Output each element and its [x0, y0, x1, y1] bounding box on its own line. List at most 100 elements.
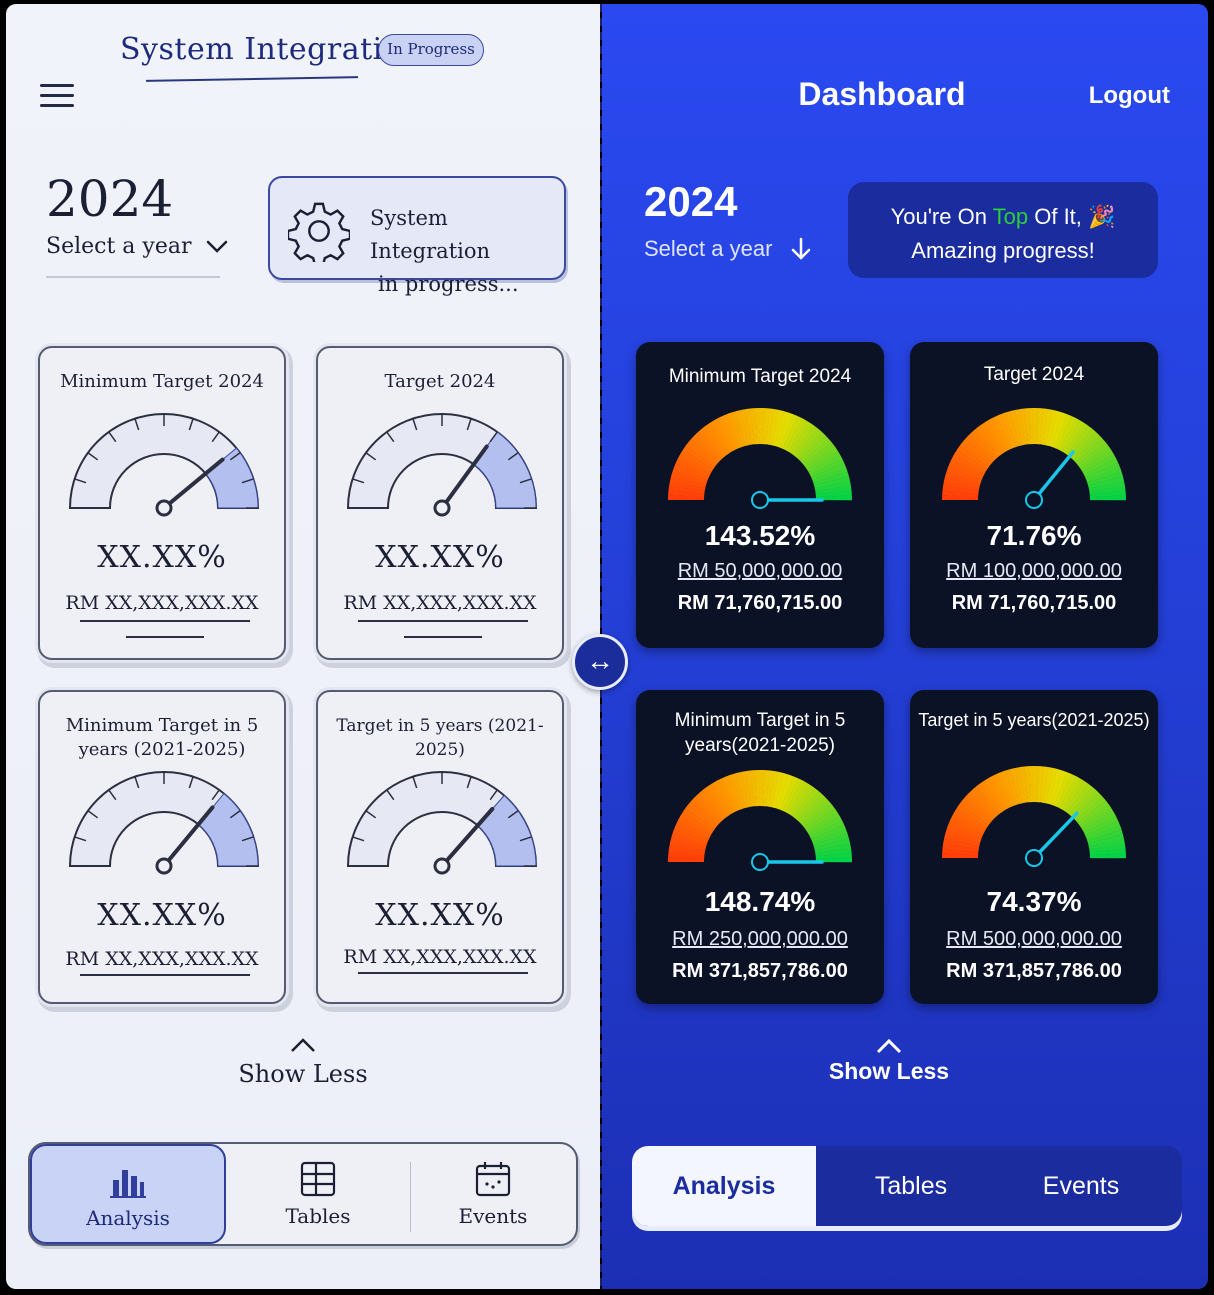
amount-underline: [358, 972, 528, 974]
amount-underline: [358, 620, 528, 622]
sketch-card-min-target: Minimum Target 2024 XX.XX% RM XX,XXX,XXX…: [38, 346, 286, 660]
hamburger-menu-icon[interactable]: [40, 84, 74, 110]
gauge-chart: [942, 766, 1126, 867]
gauge-chart: [668, 408, 852, 509]
chevron-up-icon: [602, 1034, 1176, 1058]
card-title-line-1: Minimum Target in 5: [674, 710, 846, 731]
card-title: Minimum Target 2024: [60, 371, 264, 392]
card-target-amount: RM 500,000,000.00: [946, 928, 1122, 950]
card-percent: XX.XX%: [97, 898, 227, 933]
card-title: Minimum Target 2024: [668, 366, 852, 387]
card-percent: 143.52%: [704, 520, 816, 551]
sketch-card-target: Target 2024 XX.XX% RM XX,XXX,XXX.XX: [316, 346, 564, 660]
card-percent: XX.XX%: [97, 540, 227, 575]
gauge-card-min-target-5y: Minimum Target in 5 years(2021-2025) 148…: [636, 690, 884, 1004]
tab-tables[interactable]: Tables: [226, 1144, 410, 1244]
card-target-amount: RM 100,000,000.00: [946, 560, 1122, 582]
tab-analysis[interactable]: Analysis: [30, 1144, 226, 1244]
amount-underline-2: [404, 636, 482, 638]
gauge-card-target-5y: Target in 5 years(2021-2025) 74.37% RM 5…: [910, 690, 1158, 1004]
card-target-amount: RM 50,000,000.00: [677, 560, 843, 582]
tab-tables-label: Tables: [285, 1204, 351, 1228]
year-select[interactable]: Select a year: [644, 236, 812, 262]
card-title: Target in 5 years (2021-2025): [336, 716, 544, 760]
amount-underline-2: [126, 636, 204, 638]
progress-line-2: in progress...: [378, 272, 519, 296]
app-title: System Integration: [120, 32, 422, 67]
gauge-pivot: [1025, 849, 1043, 867]
year-display: 2024: [644, 178, 738, 225]
card-actual-amount: RM 71,760,715.00: [951, 592, 1117, 614]
year-select-label: Select a year: [644, 236, 773, 261]
year-select[interactable]: Select a year: [46, 234, 228, 259]
banner-text-top: Top: [992, 204, 1029, 229]
amount-underline: [80, 620, 250, 622]
tab-tables[interactable]: Tables: [816, 1146, 1006, 1226]
show-less-label: Show Less: [828, 1058, 950, 1084]
card-percent: 148.74%: [704, 886, 816, 917]
card-actual-amount: RM 371,857,786.00: [946, 960, 1122, 982]
card-amount: RM XX,XXX,XXX.XX: [343, 592, 537, 614]
year-display: 2024: [46, 170, 174, 228]
gauge-chart: [668, 770, 852, 871]
progress-line-1: System Integration: [370, 206, 491, 263]
swap-arrows-icon[interactable]: ↔: [572, 634, 628, 690]
tab-events-label: Events: [458, 1204, 528, 1228]
card-title-line-1: Minimum Target in 5: [65, 715, 259, 736]
card-title-line-2: years(2021-2025): [685, 735, 835, 756]
show-less-label: Show Less: [238, 1060, 368, 1088]
card-amount: RM XX,XXX,XXX.XX: [65, 592, 259, 614]
bar-chart-icon: [110, 1170, 146, 1198]
card-title: Target in 5 years(2021-2025): [918, 710, 1150, 730]
page-title: Dashboard: [798, 76, 966, 112]
sketch-tab-bar: Analysis Tables Events: [28, 1142, 578, 1246]
gauge-pivot: [155, 857, 173, 875]
gauge-pivot: [155, 499, 173, 517]
card-actual-amount: RM 371,857,786.00: [672, 960, 848, 982]
card-amount: RM XX,XXX,XXX.XX: [65, 948, 259, 970]
sketch-gauge: [346, 413, 538, 517]
show-less-button[interactable]: Show Less: [6, 1034, 600, 1088]
gauge-needle: [1032, 450, 1075, 502]
show-less-button[interactable]: Show Less: [602, 1034, 1176, 1085]
card-target-amount: RM 250,000,000.00: [672, 928, 848, 950]
card-percent: XX.XX%: [375, 898, 505, 933]
gauge-needle: [1032, 811, 1079, 860]
sketch-gauge: [68, 771, 260, 875]
year-select-underline: [46, 276, 220, 278]
year-select-label: Select a year: [46, 234, 192, 259]
card-title: Target 2024: [384, 371, 496, 392]
sketch-gauge: [346, 771, 538, 875]
card-percent: 71.76%: [986, 520, 1082, 551]
tab-bar: Analysis Tables Events: [632, 1146, 1182, 1226]
tab-analysis-label: Analysis: [86, 1206, 170, 1230]
logout-button[interactable]: Logout: [1089, 82, 1170, 110]
gauge-pivot: [433, 499, 451, 517]
gauge-pivot: [433, 857, 451, 875]
card-title: Minimum Target in 5 years (2021-2025): [40, 714, 284, 762]
banner-text-pre: You're On: [890, 204, 993, 229]
tab-analysis[interactable]: Analysis: [632, 1146, 816, 1226]
calendar-icon: [475, 1162, 511, 1197]
card-amount: RM XX,XXX,XXX.XX: [343, 946, 537, 968]
tab-events[interactable]: Events: [410, 1144, 576, 1244]
sketch-gauge: [68, 413, 260, 517]
arrow-down-icon: [792, 237, 811, 260]
card-title-line-2: years (2021-2025): [78, 739, 246, 760]
tab-events[interactable]: Events: [1006, 1146, 1156, 1226]
dashboard-panel: Dashboard Logout 2024 Select a year You'…: [602, 4, 1208, 1289]
card-percent: XX.XX%: [375, 540, 505, 575]
title-underline: [145, 76, 359, 82]
sketch-card-min-target-5y: Minimum Target in 5 years (2021-2025) XX…: [38, 690, 286, 1004]
sketch-card-target-5y: Target in 5 years (2021-2025) XX.XX% RM …: [316, 690, 564, 1004]
gauge-card-target: Target 2024 71.76% RM 100,000,000.00 RM …: [910, 342, 1158, 648]
gear-icon: [288, 202, 350, 262]
card-actual-amount: RM 71,760,715.00: [677, 592, 843, 614]
gauge-pivot: [1025, 491, 1043, 509]
gauge-chart: [942, 408, 1126, 509]
gauge-pivot: [751, 853, 769, 871]
card-title: Target 2024: [983, 364, 1085, 385]
card-title: Minimum Target in 5 years(2021-2025): [636, 708, 884, 758]
sketch-panel: System Integration In Progress 2024 Sele…: [6, 4, 600, 1289]
chevron-down-icon: [206, 240, 227, 253]
